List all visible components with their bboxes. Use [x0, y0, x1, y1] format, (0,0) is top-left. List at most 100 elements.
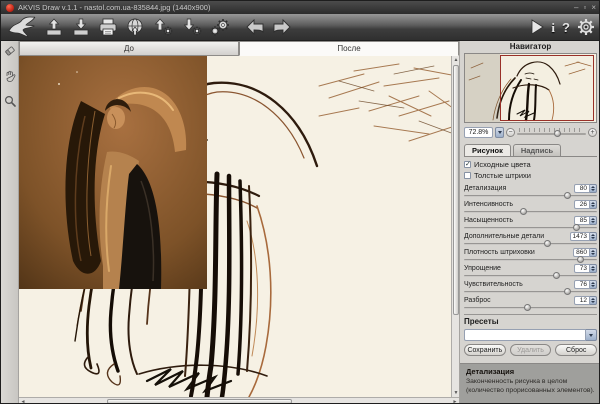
chevron-down-icon	[498, 131, 502, 134]
slider-handle[interactable]	[573, 224, 580, 231]
spinner-arrows-icon[interactable]	[590, 296, 597, 305]
zoom-loupe-tool[interactable]	[4, 94, 16, 112]
title-bar[interactable]: AKVIS Draw v.1.1 - nastol.com.ua-835844.…	[1, 1, 600, 14]
parameter-slider[interactable]	[464, 305, 597, 311]
image-canvas[interactable]	[19, 56, 459, 397]
parameter-value[interactable]: 1473	[570, 232, 590, 241]
slider-handle[interactable]	[544, 240, 551, 247]
undo-arrow-icon[interactable]	[245, 16, 265, 38]
horizontal-scroll-thumb[interactable]	[107, 399, 292, 404]
parameter-spinbox[interactable]: 73	[574, 264, 597, 273]
spinner-arrows-icon[interactable]	[590, 200, 597, 209]
parameter-spinbox[interactable]: 1473	[570, 232, 597, 241]
scroll-right-arrow[interactable]: ►	[451, 398, 459, 404]
tab-before[interactable]: До	[19, 41, 239, 56]
navigator-offview-shade	[465, 54, 500, 122]
navigator-thumbnail[interactable]	[464, 53, 597, 123]
zoom-slider[interactable]	[517, 128, 586, 137]
zoom-value-field[interactable]: 72.8%	[464, 127, 493, 138]
parameter-value[interactable]: 12	[574, 296, 590, 305]
parameter-row: Насыщенность 85	[464, 215, 597, 231]
info-icon[interactable]: i	[551, 16, 555, 38]
maximize-button[interactable]: ▫	[583, 4, 586, 12]
spinner-arrows-icon[interactable]	[590, 264, 597, 273]
slider-handle[interactable]	[577, 256, 584, 263]
spinner-arrows-icon[interactable]	[590, 216, 597, 225]
slider-handle[interactable]	[524, 304, 531, 311]
slider-ticks	[519, 128, 584, 132]
preset-select[interactable]	[464, 329, 586, 341]
scroll-left-arrow[interactable]: ◄	[19, 398, 27, 404]
minimize-button[interactable]: –	[574, 4, 578, 12]
batch-processing-icon[interactable]	[210, 16, 232, 38]
drawing-settings: ✓ Исходные цвета Толстые штрихи Детализа…	[464, 156, 597, 311]
save-preset-button[interactable]: Сохранить	[464, 344, 506, 356]
slider-track	[464, 195, 597, 197]
presets-title: Пресеты	[464, 317, 597, 327]
parameter-label: Разброс	[464, 297, 491, 304]
horizontal-scrollbar[interactable]: ◄ ►	[19, 397, 459, 404]
open-icon[interactable]	[44, 16, 64, 38]
spinner-arrows-icon[interactable]	[590, 232, 597, 241]
export-preset-icon[interactable]	[181, 16, 203, 38]
hand-tool[interactable]	[4, 69, 16, 87]
parameter-value[interactable]: 80	[574, 184, 590, 193]
parameter-spinbox[interactable]: 860	[573, 248, 597, 257]
save-icon[interactable]	[71, 16, 91, 38]
tab-after[interactable]: После	[239, 41, 459, 56]
run-icon[interactable]	[530, 16, 544, 38]
zoom-in-button[interactable]: +	[588, 128, 597, 137]
parameter-spinbox[interactable]: 12	[574, 296, 597, 305]
tab-text[interactable]: Надпись	[513, 144, 561, 156]
navigator-view-frame[interactable]	[500, 55, 594, 121]
parameter-spinbox[interactable]: 80	[574, 184, 597, 193]
parameter-value[interactable]: 860	[573, 248, 590, 257]
settings-panel: Навигатор	[459, 41, 600, 404]
publish-icon[interactable]	[125, 16, 145, 38]
akvis-app-icon	[6, 4, 14, 12]
vertical-scrollbar[interactable]: ▲ ▼	[451, 56, 459, 397]
redo-arrow-icon[interactable]	[272, 16, 292, 38]
hint-title: Детализация	[466, 367, 595, 376]
checkbox-row[interactable]: ✓ Исходные цвета	[464, 159, 597, 170]
reset-button[interactable]: Сброс	[555, 344, 597, 356]
zoom-controls: 72.8% − +	[464, 125, 597, 140]
panel-tabs: Рисунок Надпись	[464, 143, 597, 156]
akvis-bird-logo-icon	[7, 16, 37, 38]
parameter-row: Чувствительность 76	[464, 279, 597, 295]
checkbox[interactable]	[464, 172, 471, 179]
slider-handle[interactable]	[564, 288, 571, 295]
parameter-label: Плотность штриховки	[464, 249, 535, 256]
parameter-spinbox[interactable]: 26	[574, 200, 597, 209]
close-button[interactable]: ×	[591, 4, 596, 12]
spinner-arrows-icon[interactable]	[590, 280, 597, 289]
parameter-label: Чувствительность	[464, 281, 523, 288]
checkbox-row[interactable]: Толстые штрихи	[464, 170, 597, 181]
delete-preset-button: Удалить	[510, 344, 552, 356]
preferences-gear-icon[interactable]	[577, 16, 595, 38]
parameter-spinbox[interactable]: 76	[574, 280, 597, 289]
slider-handle[interactable]	[564, 192, 571, 199]
tab-drawing[interactable]: Рисунок	[464, 144, 511, 156]
import-preset-icon[interactable]	[152, 16, 174, 38]
slider-handle[interactable]	[553, 272, 560, 279]
eraser-tool[interactable]	[4, 44, 16, 62]
slider-handle[interactable]	[520, 208, 527, 215]
help-icon[interactable]: ?	[562, 16, 570, 38]
parameter-value[interactable]: 26	[574, 200, 590, 209]
spinner-arrows-icon[interactable]	[590, 248, 597, 257]
parameter-value[interactable]: 76	[574, 280, 590, 289]
print-icon[interactable]	[98, 16, 118, 38]
zoom-out-button[interactable]: −	[506, 128, 515, 137]
zoom-dropdown-button[interactable]	[495, 127, 504, 138]
zoom-slider-handle[interactable]	[554, 130, 561, 137]
slider-track	[464, 291, 597, 293]
parameter-value[interactable]: 73	[574, 264, 590, 273]
slider-track	[464, 243, 597, 245]
spinner-arrows-icon[interactable]	[590, 184, 597, 193]
hint-text: Законченность рисунка в целом (количеств…	[466, 378, 595, 396]
slider-track	[464, 211, 597, 213]
checkbox[interactable]: ✓	[464, 161, 471, 168]
preset-dropdown-button[interactable]	[586, 329, 597, 341]
app-window: AKVIS Draw v.1.1 - nastol.com.ua-835844.…	[0, 0, 600, 404]
